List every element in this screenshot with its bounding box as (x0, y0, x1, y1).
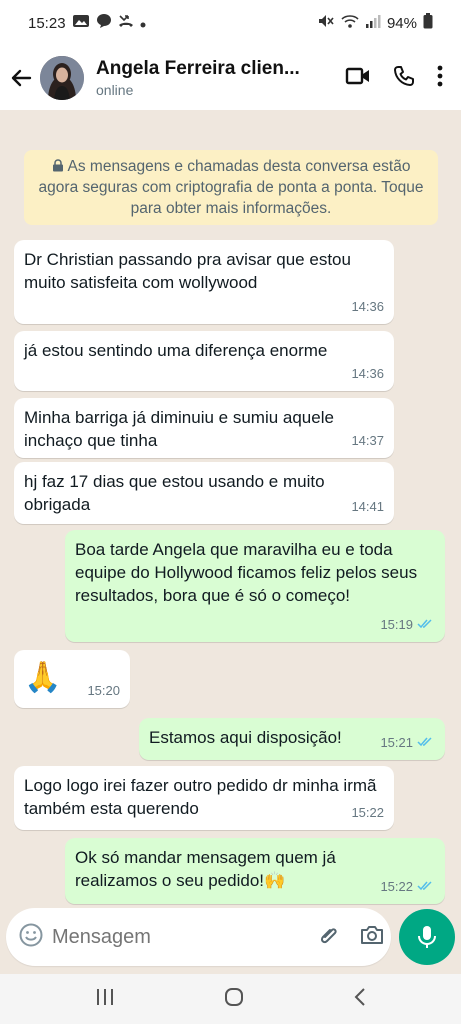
battery-level: 94% (386, 14, 417, 32)
contact-status: online (96, 82, 134, 98)
message-bubble-outgoing[interactable]: Boa tarde Angela que maravilha eu e toda… (65, 530, 445, 642)
message-list[interactable]: As mensagens e chamadas desta conversa e… (0, 110, 461, 974)
message-bubble-incoming[interactable]: Minha barriga já diminuiu e sumiu aquele… (14, 398, 394, 458)
message-text: hj faz 17 dias que estou usando e muito … (24, 472, 325, 514)
video-call-icon[interactable] (345, 66, 371, 91)
status-left: 15:23 (28, 13, 146, 33)
message-meta: 15:22 (380, 875, 435, 898)
dot-icon (140, 15, 146, 32)
message-meta: 15:22 (351, 801, 384, 824)
message-icon (96, 13, 112, 33)
gallery-icon (72, 14, 90, 32)
read-receipt-icon (417, 613, 435, 636)
message-bubble-outgoing[interactable]: Estamos aqui disposição! 15:21 (139, 718, 445, 760)
system-navigation-bar (0, 974, 461, 1024)
status-bar: 15:23 94% (0, 0, 461, 46)
camera-icon[interactable] (359, 924, 385, 951)
message-text: Logo logo irei fazer outro pedido dr min… (24, 776, 377, 818)
status-right: 94% (317, 13, 433, 33)
back-button[interactable] (2, 67, 40, 89)
wifi-icon (341, 13, 359, 33)
more-options-icon[interactable] (437, 65, 443, 92)
message-meta: 14:36 (351, 362, 384, 385)
avatar[interactable] (40, 56, 84, 100)
message-time: 15:20 (87, 683, 120, 698)
lock-icon (52, 159, 63, 172)
composer (0, 908, 461, 974)
message-meta: 15:21 (380, 731, 435, 754)
header-actions (345, 65, 461, 92)
encryption-text: As mensagens e chamadas desta conversa e… (38, 158, 424, 217)
message-meta: 15:19 (380, 613, 435, 636)
message-time: 14:37 (351, 433, 384, 448)
microphone-icon (418, 926, 436, 948)
missed-call-icon (118, 13, 134, 33)
message-input[interactable] (52, 925, 317, 949)
encryption-notice[interactable]: As mensagens e chamadas desta conversa e… (24, 150, 438, 225)
message-time: 15:22 (351, 805, 384, 820)
recent-apps-button[interactable] (94, 987, 116, 1012)
voice-message-button[interactable] (399, 909, 455, 965)
message-text: Boa tarde Angela que maravilha eu e toda… (75, 540, 418, 605)
message-input-box[interactable] (6, 908, 391, 966)
signal-icon (365, 13, 381, 33)
read-receipt-icon (417, 875, 435, 898)
message-bubble-incoming[interactable]: hj faz 17 dias que estou usando e muito … (14, 462, 394, 524)
message-bubble-outgoing[interactable]: Ok só mandar mensagem quem já realizamos… (65, 838, 445, 904)
phone-call-icon[interactable] (393, 65, 415, 92)
message-time: 15:22 (380, 879, 413, 894)
home-button[interactable] (223, 986, 245, 1013)
message-time: 15:19 (380, 617, 413, 632)
message-text: Minha barriga já diminuiu e sumiu aquele… (24, 408, 334, 450)
message-bubble-incoming[interactable]: 🙏 15:20 (14, 650, 130, 708)
message-time: 15:21 (380, 735, 413, 750)
message-meta: 15:20 (87, 679, 120, 702)
contact-name: Angela Ferreira clien... (96, 58, 300, 79)
message-meta: 14:36 (351, 295, 384, 318)
message-meta: 14:41 (351, 495, 384, 518)
message-time: 14:41 (351, 499, 384, 514)
attach-icon[interactable] (317, 923, 341, 952)
mute-icon (317, 13, 335, 33)
emoji-icon[interactable] (18, 922, 44, 953)
message-bubble-incoming[interactable]: Logo logo irei fazer outro pedido dr min… (14, 766, 394, 830)
read-receipt-icon (417, 731, 435, 754)
message-time: 14:36 (351, 366, 384, 381)
arrow-left-icon (11, 69, 32, 87)
message-time: 14:36 (351, 299, 384, 314)
battery-icon (423, 13, 433, 33)
clock: 15:23 (28, 14, 66, 32)
contact-info[interactable]: Angela Ferreira clien... online (96, 58, 316, 98)
message-text: Dr Christian passando pra avisar que est… (24, 250, 351, 292)
chat-header: Angela Ferreira clien... online (0, 46, 461, 110)
message-meta: 14:37 (351, 429, 384, 452)
message-text: já estou sentindo uma diferença enorme (24, 341, 328, 360)
message-bubble-incoming[interactable]: Dr Christian passando pra avisar que est… (14, 240, 394, 324)
back-nav-button[interactable] (352, 986, 368, 1013)
message-bubble-incoming[interactable]: já estou sentindo uma diferença enorme 1… (14, 331, 394, 391)
